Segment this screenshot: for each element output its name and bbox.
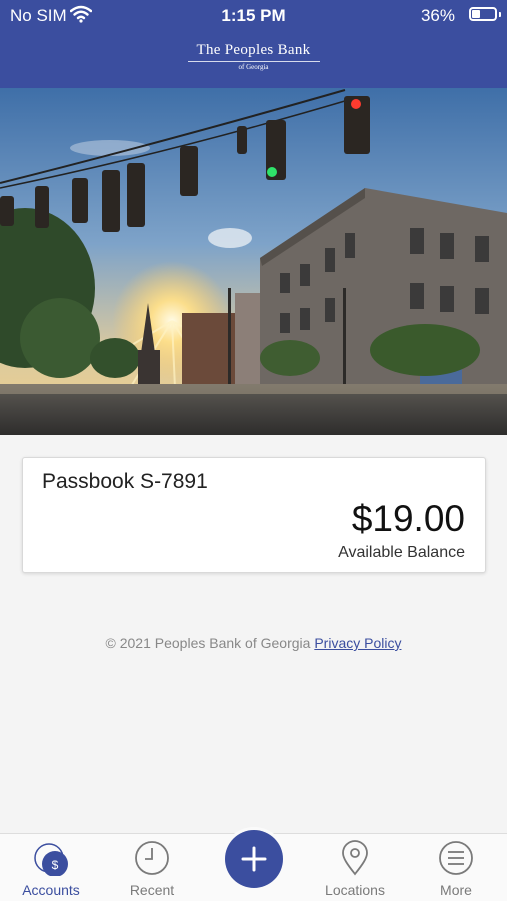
tab-accounts-label: Accounts bbox=[22, 882, 80, 898]
app-header: No SIM 1:15 PM 36% The Peoples Bank of G… bbox=[0, 0, 507, 88]
svg-text:$: $ bbox=[52, 858, 59, 872]
logo-title: The Peoples Bank bbox=[196, 42, 311, 58]
battery-percent: 36% bbox=[420, 6, 455, 25]
tab-more[interactable]: More bbox=[406, 834, 506, 901]
tab-recent-label: Recent bbox=[129, 882, 175, 898]
battery-level bbox=[472, 10, 480, 18]
bank-logo: The Peoples Bank of Georgia bbox=[0, 42, 507, 71]
dollar-icon: $ bbox=[34, 843, 68, 876]
copyright-text: © 2021 Peoples Bank of Georgia bbox=[105, 635, 311, 651]
logo-subtitle: of Georgia bbox=[238, 63, 269, 71]
battery-tip bbox=[499, 12, 501, 17]
tab-more-label: More bbox=[440, 882, 472, 898]
tab-accounts[interactable]: $ Accounts bbox=[1, 834, 101, 901]
privacy-policy-link[interactable]: Privacy Policy bbox=[314, 635, 401, 651]
footer-text: © 2021 Peoples Bank of Georgia Privacy P… bbox=[0, 635, 507, 651]
map-pin-icon bbox=[342, 840, 368, 876]
hero-image bbox=[0, 88, 507, 435]
tab-locations[interactable]: Locations bbox=[305, 834, 405, 901]
tab-locations-label: Locations bbox=[325, 882, 385, 898]
account-balance: $19.00 bbox=[351, 498, 465, 539]
plus-icon bbox=[241, 846, 267, 872]
status-bar: No SIM 1:15 PM 36% bbox=[0, 0, 507, 30]
tab-recent[interactable]: Recent bbox=[102, 834, 202, 901]
account-card[interactable]: Passbook S-7891 $19.00 Available Balance bbox=[22, 457, 486, 573]
battery-icon bbox=[469, 7, 497, 21]
menu-icon bbox=[439, 841, 473, 875]
account-name: Passbook S-7891 bbox=[42, 470, 208, 493]
clock-icon bbox=[135, 841, 169, 875]
town-street-photo bbox=[0, 88, 507, 435]
balance-label: Available Balance bbox=[338, 544, 465, 561]
add-button[interactable] bbox=[225, 830, 283, 888]
logo-divider bbox=[187, 61, 320, 62]
